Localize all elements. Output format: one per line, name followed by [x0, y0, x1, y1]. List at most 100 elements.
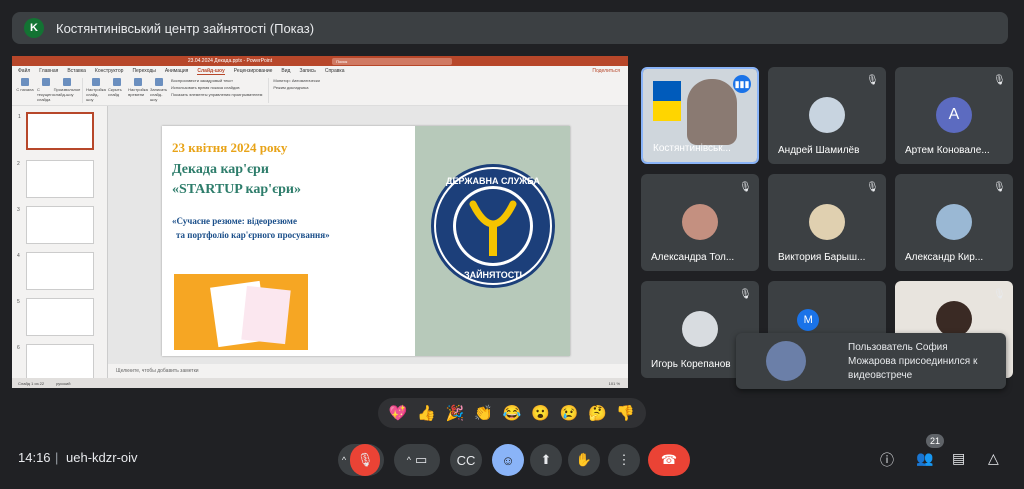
chevron-up-icon: ^ — [341, 455, 347, 465]
ppt-menu-transitions: Переходы — [132, 68, 156, 74]
ribbon-hide: Скрыть слайд — [108, 78, 126, 103]
avatar: M — [797, 309, 820, 331]
slide-thumbnail: 4 — [17, 252, 94, 290]
ppt-search-box: Поиск — [332, 57, 453, 65]
activities-icon[interactable]: △ — [988, 450, 999, 467]
timer-icon — [134, 78, 142, 86]
status-zoom: 101 % — [608, 380, 620, 386]
avatar — [682, 204, 718, 240]
avatar: A — [936, 97, 972, 133]
setup-icon — [92, 78, 100, 86]
ribbon-rehearse: Настройка времени — [128, 78, 148, 103]
reaction-thumbs-up[interactable]: 👍 — [417, 404, 436, 422]
mic-off-icon: 🎙 — [739, 289, 752, 300]
join-notification-text: Пользователь София Можарова присоединилс… — [848, 342, 978, 381]
ribbon-from-current: С текущего слайда — [37, 78, 55, 103]
ribbon-group-setup: Настройка слайд-шоу Скрыть слайд Настрой… — [86, 78, 270, 103]
participant-name: Артем Коновале... — [905, 145, 990, 156]
slide-thumbnail: 6 — [17, 344, 94, 382]
ppt-menu-view: Вид — [281, 68, 291, 74]
captions-button[interactable]: CC — [450, 444, 482, 476]
ppt-menu-slideshow: Слайд-шоу — [197, 67, 225, 75]
ribbon-checks: Воспроизвести закадровый текст Использов… — [171, 78, 263, 97]
emoji-button[interactable]: ☺ — [492, 444, 524, 476]
chat-icon[interactable]: ▤ — [952, 450, 965, 467]
people-icon[interactable]: 👥 — [916, 450, 933, 467]
participant-tile[interactable]: 🎙 Виктория Барыш... — [768, 174, 886, 271]
reaction-thumbs-down[interactable]: 👎 — [616, 404, 635, 422]
present-button[interactable]: ⬆ — [530, 444, 562, 476]
reactions-bar: 💖 👍 🎉 👏 😂 😮 😢 🤔 👎 — [378, 398, 646, 428]
joined-user-avatar — [766, 341, 806, 381]
ribbon-monitors: Монитор: Автоматически Режим докладчика — [273, 78, 320, 90]
captions-icon: CC — [456, 452, 476, 468]
mic-off-icon[interactable]: 🎙 — [350, 444, 381, 476]
more-options-button[interactable]: ⋮ — [608, 444, 640, 476]
slide-thumbnails: 1 2 3 4 5 6 — [12, 106, 108, 382]
ppt-menu-bar: Файл Главная Вставка Конструктор Переход… — [12, 66, 628, 76]
slide-subtitle-2: та портфоліо кар'єрного просування» — [176, 230, 330, 240]
reaction-laugh[interactable]: 😂 — [503, 404, 522, 422]
video-options-button[interactable]: ^ ▭ — [394, 444, 440, 476]
logo-panel: ДЕРЖАВНА СЛУЖБА ЗАЙНЯТОСТІ — [415, 126, 570, 356]
slide-subtitle-1: «Сучасне резюме: відеорезюме — [172, 216, 297, 226]
avatar — [809, 97, 845, 133]
participant-tile[interactable]: 🎙 A Артем Коновале... — [895, 67, 1013, 164]
participant-tile[interactable]: 🎙 Александра Тол... — [641, 174, 759, 271]
camera-icon[interactable]: ▭ — [415, 452, 427, 468]
record-icon — [155, 78, 163, 86]
mic-off-icon: 🎙 — [739, 182, 752, 193]
mic-off-icon: 🎙 — [866, 75, 879, 86]
ribbon-group-start: С начала С текущего слайда Произвольное … — [16, 78, 83, 103]
slide-thumbnail: 2 — [17, 160, 94, 198]
slide-thumbnail: 3 — [17, 206, 94, 244]
participant-name: Андрей Шамилёв — [778, 145, 860, 156]
participant-tile[interactable]: 🎙 Андрей Шамилёв — [768, 67, 886, 164]
logo-text-bottom: ЗАЙНЯТОСТІ — [464, 269, 522, 280]
avatar — [809, 204, 845, 240]
hang-up-icon: ☎ — [660, 452, 678, 467]
presenter-avatar: K — [24, 18, 44, 38]
ppt-title-bar: 23.04.2024 Декада.pptx - PowerPoint Поис… — [12, 56, 628, 66]
ppt-menu-insert: Вставка — [67, 68, 86, 74]
play-icon — [21, 78, 29, 86]
ribbon-setup: Настройка слайд-шоу — [86, 78, 106, 103]
reaction-thinking[interactable]: 🤔 — [588, 404, 607, 422]
ppt-status-bar: Слайд 1 из 22 русский 101 % — [12, 378, 628, 388]
slide-heading-1: Декада кар'єри — [172, 162, 269, 177]
participant-name: Александр Кир... — [905, 252, 984, 263]
raise-hand-button[interactable]: ✋ — [568, 444, 600, 476]
slide-heading-2: «STARTUP кар'єри» — [172, 182, 301, 197]
more-vert-icon: ⋮ — [617, 452, 631, 467]
ribbon-record: Записать слайд-шоу — [150, 78, 168, 103]
leave-call-button[interactable]: ☎ — [648, 444, 690, 476]
separator: | — [55, 450, 59, 465]
ppt-menu-review: Рецензирование — [233, 68, 273, 74]
hide-slide-icon — [113, 78, 121, 86]
ppt-workspace: 1 2 3 4 5 6 23 квітня 2024 року Декада к… — [12, 106, 628, 382]
slide-date: 23 квітня 2024 року — [172, 140, 288, 155]
ppt-menu-design: Конструктор — [94, 68, 124, 74]
avatar — [936, 204, 972, 240]
participant-tile[interactable]: 🎙 Александр Кир... — [895, 174, 1013, 271]
reaction-clap[interactable]: 👏 — [474, 404, 493, 422]
present-icon: ⬆ — [540, 452, 552, 467]
presenter-title: Костянтинівський центр зайнятості (Показ… — [56, 20, 315, 36]
avatar — [936, 301, 972, 337]
employment-service-logo: ДЕРЖАВНА СЛУЖБА ЗАЙНЯТОСТІ — [431, 164, 555, 288]
participant-tile[interactable]: ▮▮▮ Костянтинівськ... — [641, 67, 759, 164]
ribbon-from-start: С начала — [16, 78, 34, 103]
notes-pane: Щелкните, чтобы добавить заметки — [108, 364, 628, 378]
info-icon[interactable]: ⓘ — [880, 450, 894, 470]
reaction-heart[interactable]: 💖 — [389, 404, 408, 422]
ppt-menu-home: Главная — [39, 68, 59, 74]
status-slide-count: Слайд 1 из 22 — [18, 380, 45, 386]
play-current-icon — [42, 78, 50, 86]
audio-options-button[interactable]: ^ 🎙 — [338, 444, 384, 476]
presenter-bar[interactable]: K Костянтинівський центр зайнятості (Пок… — [12, 12, 1008, 44]
ppt-share-button: Поделиться — [592, 68, 620, 74]
reaction-party[interactable]: 🎉 — [446, 404, 465, 422]
reaction-sad[interactable]: 😢 — [560, 404, 579, 422]
reaction-surprised[interactable]: 😮 — [531, 404, 550, 422]
logo-text-top: ДЕРЖАВНА СЛУЖБА — [446, 176, 540, 186]
